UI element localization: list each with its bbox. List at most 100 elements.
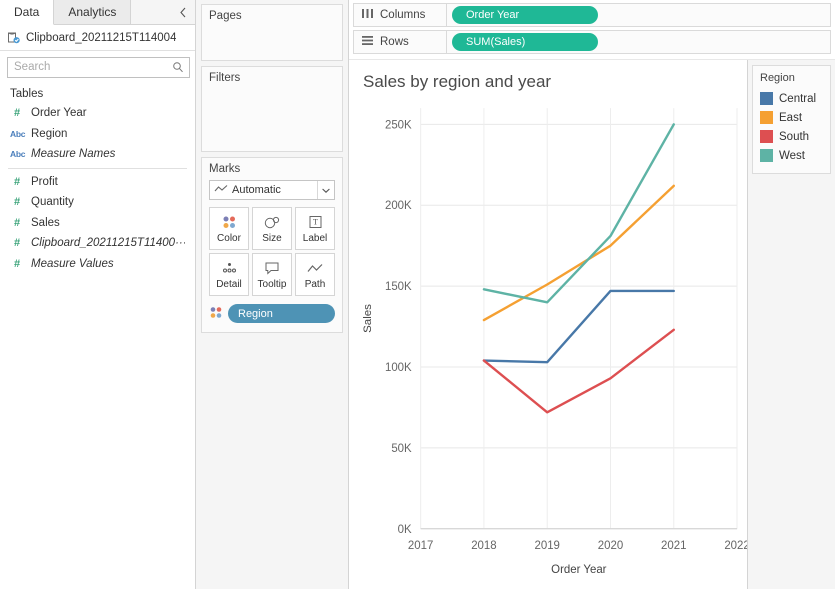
y-axis-tick-label: 200K (385, 200, 412, 212)
legend-swatch (760, 92, 773, 105)
legend-item-east[interactable]: East (760, 108, 823, 127)
search-input[interactable] (12, 60, 170, 74)
detail-button[interactable]: Detail (209, 253, 249, 296)
y-axis-tick-label: 0K (398, 524, 412, 536)
columns-shelf-drop[interactable]: Order Year (447, 3, 831, 27)
number-field-icon: # (13, 107, 21, 120)
x-axis-title[interactable]: Order Year (551, 564, 606, 576)
field-order-year[interactable]: # Order Year (0, 103, 195, 124)
field-profit[interactable]: # Profit (0, 172, 195, 193)
marks-color-pill-row: Region (209, 304, 335, 323)
number-field-icon: # (13, 196, 21, 209)
viz-body: Sales by region and year 0K 50K 100K 150K 20… (349, 59, 835, 589)
line-series-east[interactable] (482, 184, 675, 322)
shelves: Columns Order Year Rows SUM(Sales) (349, 0, 835, 59)
line-chart[interactable]: 0K 50K 100K 150K 200K 250K 2017 2018 2019 2020 202… (349, 60, 750, 589)
field-measure-values[interactable]: # Measure Values (0, 254, 195, 275)
tab-data[interactable]: Data (0, 0, 55, 25)
filters-title: Filters (209, 72, 241, 84)
x-axis-tick-label: 2019 (534, 540, 559, 552)
search-icon (170, 59, 185, 75)
size-circles-icon (264, 214, 281, 231)
size-button[interactable]: Size (252, 207, 292, 250)
field-label: Clipboard_20211215T11400··· (31, 237, 185, 250)
columns-shelf-label: Columns (380, 9, 426, 21)
field-clipboard-count[interactable]: # Clipboard_20211215T11400··· (0, 233, 195, 254)
path-button[interactable]: Path (295, 253, 335, 296)
chevron-left-icon[interactable] (171, 0, 195, 24)
rows-shelf-label-box: Rows (353, 30, 447, 54)
rows-shelf-drop[interactable]: SUM(Sales) (447, 30, 831, 54)
datasource-row[interactable]: Clipboard_20211215T114004 (0, 25, 195, 51)
marks-pill-region[interactable]: Region (228, 304, 335, 323)
x-axis-tick-label: 2018 (471, 540, 496, 552)
pages-card[interactable]: Pages (201, 4, 343, 61)
marks-pill-label: Region (238, 307, 273, 320)
rows-shelf: Rows SUM(Sales) (353, 30, 831, 54)
region-legend-card: Region Central East South West (752, 65, 831, 174)
path-button-label: Path (304, 278, 326, 290)
legend-panel: Region Central East South West (748, 60, 835, 589)
legend-label: Central (779, 92, 817, 105)
detail-button-label: Detail (216, 278, 242, 290)
mark-type-selector[interactable]: Automatic (209, 180, 335, 200)
legend-item-west[interactable]: West (760, 146, 823, 165)
tab-analytics[interactable]: Analytics (54, 0, 132, 24)
legend-swatch (760, 149, 773, 162)
color-dots-icon (221, 214, 238, 231)
tooltip-bubble-icon (264, 260, 280, 277)
number-field-icon: # (13, 237, 21, 250)
columns-shelf-label-box: Columns (353, 3, 447, 27)
mark-type-label: Automatic (232, 184, 281, 196)
field-sales[interactable]: # Sales (0, 213, 195, 234)
y-axis-tick-label: 50K (391, 443, 412, 455)
tables-label: Tables (10, 88, 44, 100)
field-list: # Order Year Abc Region Abc Measure Name… (0, 103, 195, 589)
detail-dots-icon (221, 260, 238, 277)
color-button-label: Color (217, 232, 241, 244)
field-label: Sales (31, 216, 60, 229)
field-measure-names[interactable]: Abc Measure Names (0, 144, 195, 165)
path-line-icon (307, 260, 323, 277)
tab-data-label: Data (14, 5, 40, 19)
pill-sum-sales[interactable]: SUM(Sales) (452, 33, 598, 51)
filters-card[interactable]: Filters (201, 66, 343, 152)
color-button[interactable]: Color (209, 207, 249, 250)
field-group-divider (8, 167, 187, 169)
x-axis-tick-label: 2022 (724, 540, 747, 552)
label-button[interactable]: T Label (295, 207, 335, 250)
pill-order-year[interactable]: Order Year (452, 6, 598, 24)
number-field-icon: # (13, 216, 21, 229)
caret-down-icon[interactable] (317, 181, 334, 199)
line-series-south[interactable] (482, 328, 675, 414)
tooltip-button[interactable]: Tooltip (252, 253, 292, 296)
size-button-label: Size (262, 232, 282, 244)
rows-shelf-label: Rows (380, 36, 409, 48)
viz-area: Columns Order Year Rows SUM(Sales) Sales… (349, 0, 835, 589)
y-axis-tick-label: 100K (385, 362, 412, 374)
x-axis-tick-label: 2020 (598, 540, 623, 552)
field-region[interactable]: Abc Region (0, 124, 195, 145)
chart-title: Sales by region and year (363, 72, 552, 91)
tooltip-button-label: Tooltip (257, 278, 287, 290)
field-quantity[interactable]: # Quantity (0, 192, 195, 213)
search-field[interactable] (7, 56, 190, 78)
legend-item-central[interactable]: Central (760, 89, 823, 108)
columns-icon (361, 8, 374, 22)
number-field-icon: # (13, 257, 21, 270)
data-pane: Data Analytics Clipboard_20211215T114004… (0, 0, 248, 589)
field-label: Measure Values (31, 257, 114, 270)
x-axis-tick-label: 2017 (408, 540, 433, 552)
svg-text:T: T (313, 218, 318, 227)
legend-item-south[interactable]: South (760, 127, 823, 146)
field-label: Quantity (31, 196, 74, 209)
chart-container[interactable]: Sales by region and year 0K 50K 100K 150K 20… (349, 60, 750, 589)
legend-title: Region (760, 72, 795, 84)
legend-swatch (760, 130, 773, 143)
text-field-icon: Abc (10, 128, 26, 139)
legend-label: West (779, 149, 805, 162)
marks-card: Marks Automatic Color Size T Label Detai… (201, 157, 343, 333)
number-field-icon: # (13, 175, 21, 188)
y-axis-title[interactable]: Sales (362, 304, 374, 333)
y-axis-tick-label: 150K (385, 281, 412, 293)
